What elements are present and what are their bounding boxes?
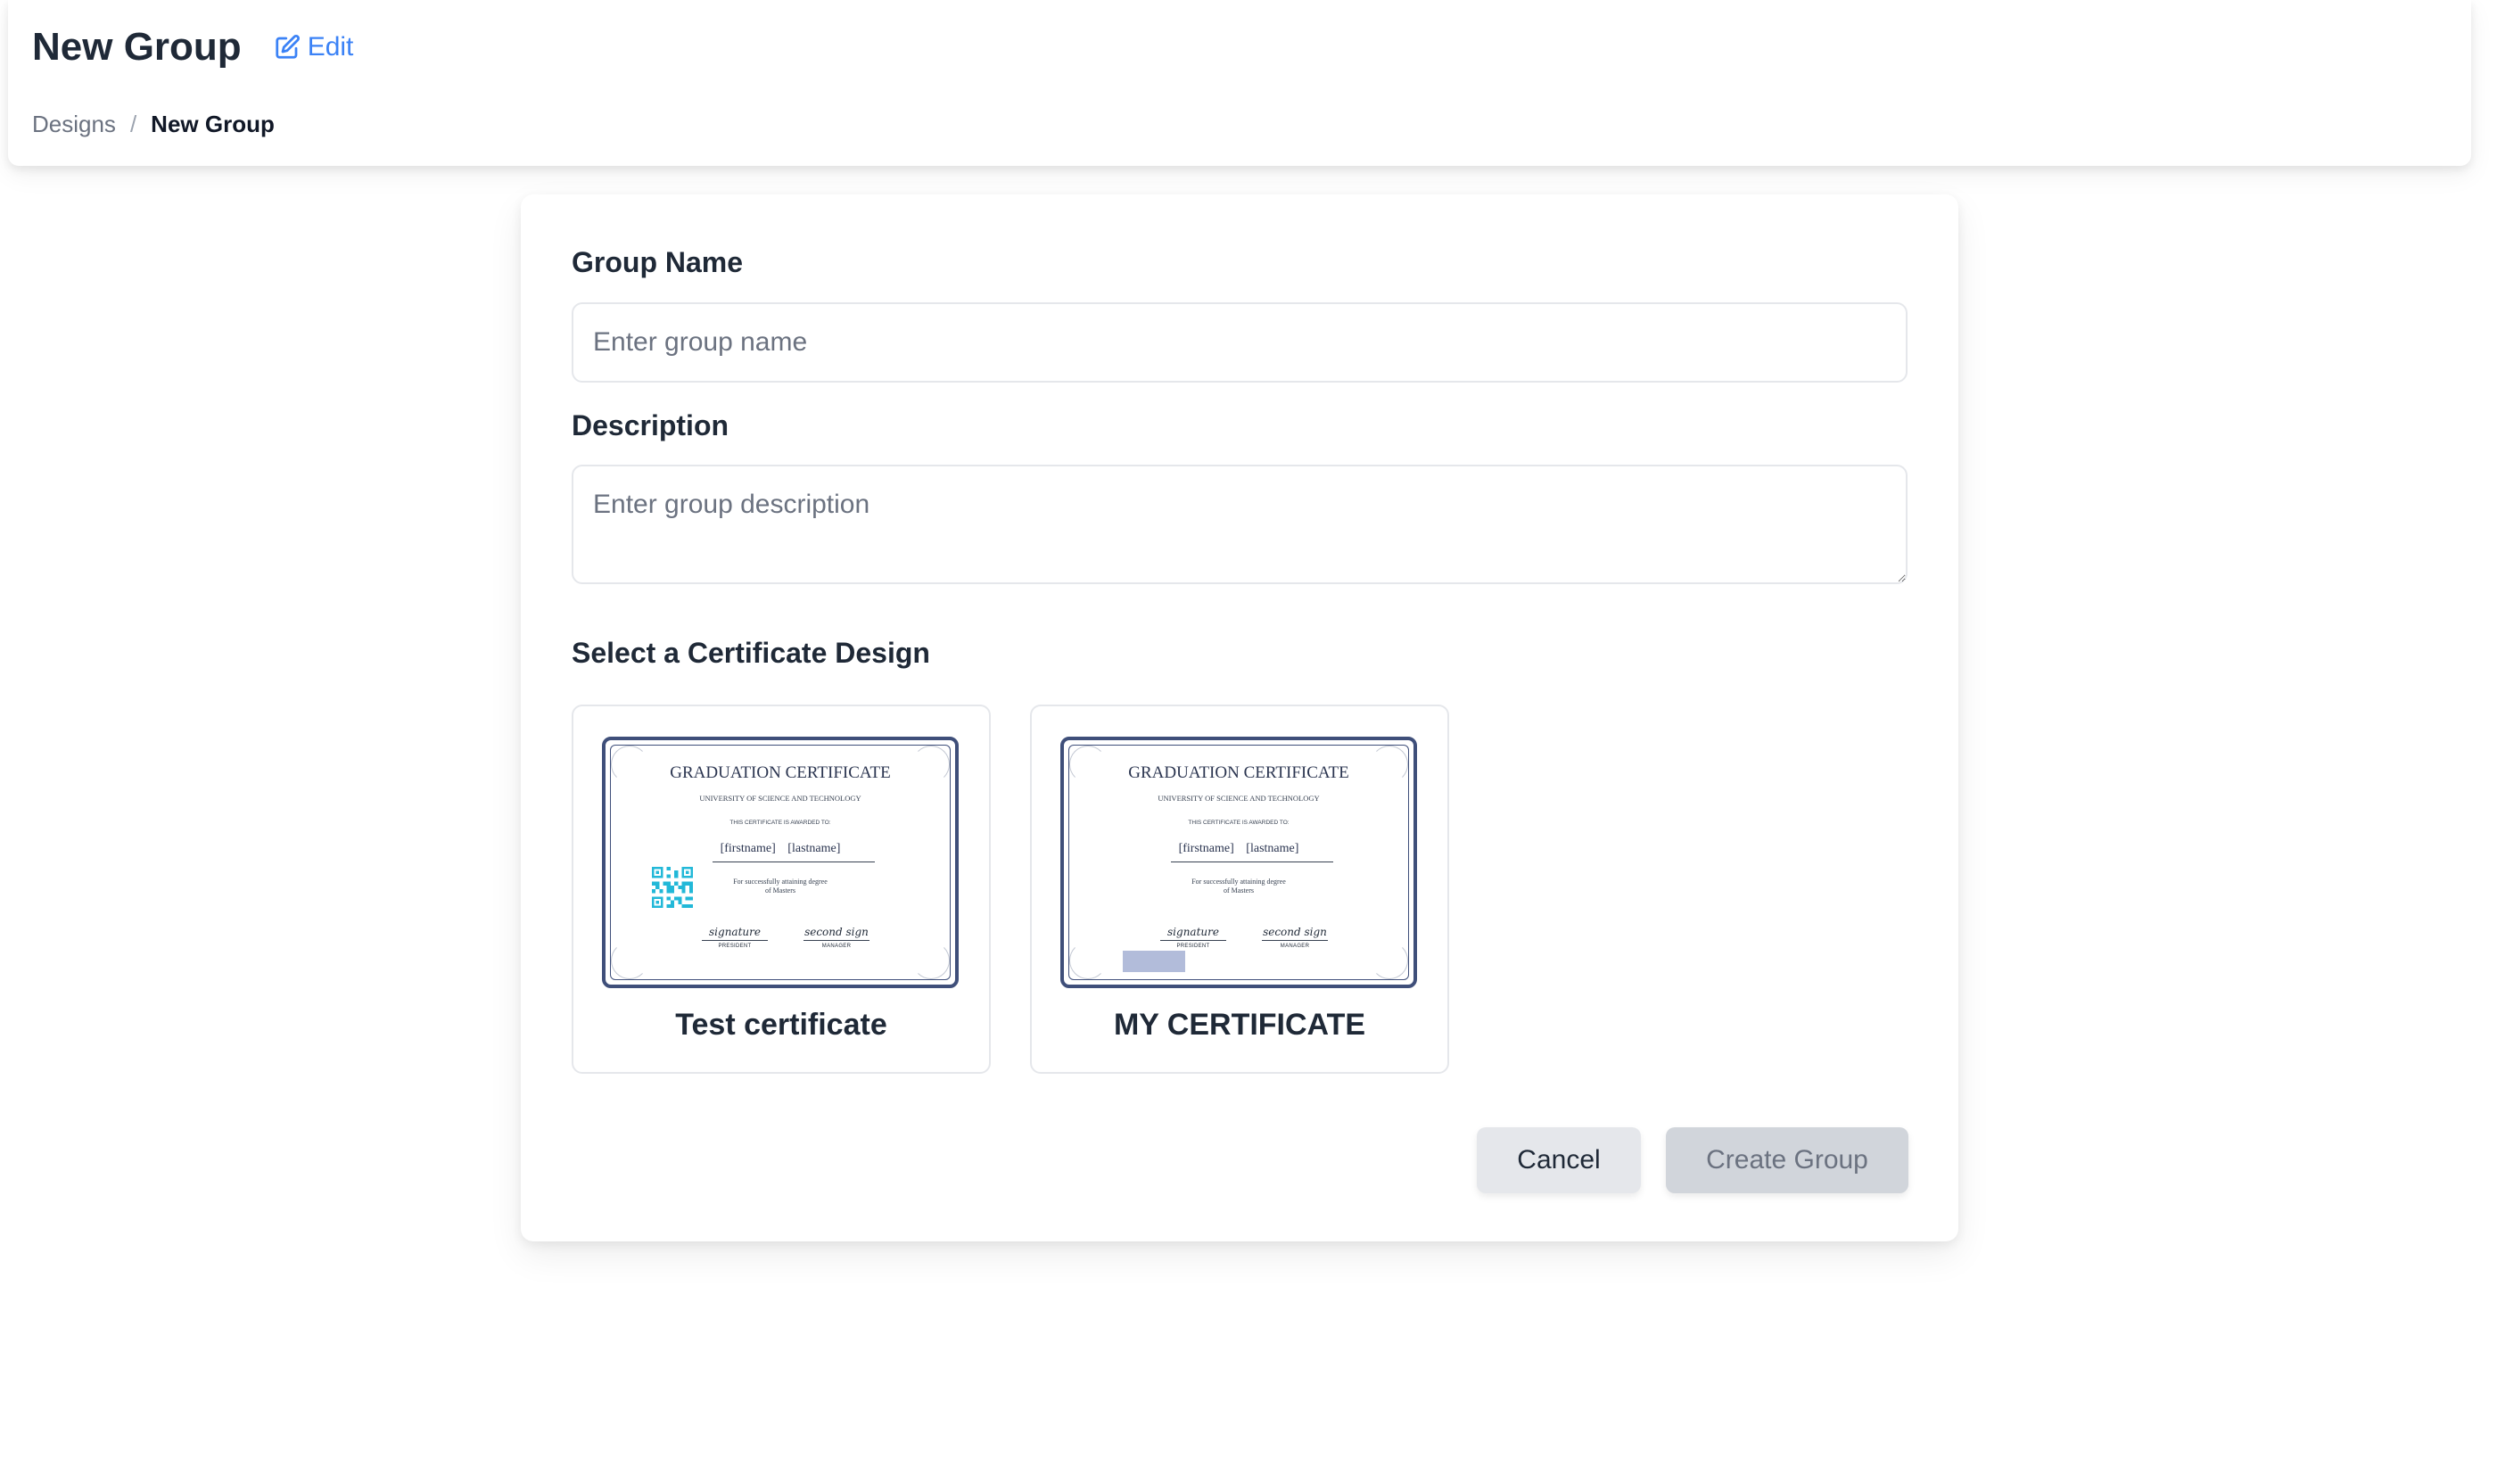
edit-icon (276, 34, 300, 59)
corner-ornament (611, 942, 648, 979)
design-card-my-certificate[interactable]: GRADUATION CERTIFICATE UNIVERSITY OF SCI… (1030, 705, 1449, 1074)
design-card-test-certificate[interactable]: GRADUATION CERTIFICATE UNIVERSITY OF SCI… (572, 705, 991, 1074)
description-input[interactable] (572, 465, 1908, 584)
stamp-image (1123, 951, 1185, 972)
certificate-preview: GRADUATION CERTIFICATE UNIVERSITY OF SCI… (1060, 737, 1417, 988)
signature-role: MANAGER (821, 944, 852, 949)
preview-for-text: For successfully attaining degree of Mas… (1064, 878, 1413, 895)
preview-awarded: THIS CERTIFICATE IS AWARDED TO: (1188, 820, 1290, 826)
corner-ornament (1371, 942, 1408, 979)
cancel-button[interactable]: Cancel (1477, 1127, 1641, 1193)
preview-signature-president: signature PRESIDENT (1160, 926, 1226, 949)
create-group-button[interactable]: Create Group (1666, 1127, 1908, 1193)
edit-button[interactable]: Edit (274, 32, 354, 62)
group-name-label: Group Name (572, 246, 744, 278)
page-header: New Group Edit Designs / New Group (8, 0, 2471, 166)
signature-text: signature (1167, 926, 1219, 938)
corner-ornament (912, 942, 950, 979)
edit-label: Edit (307, 32, 354, 62)
new-group-form: Group Name Description Select a Certific… (521, 194, 1958, 1241)
title-row: New Group Edit (32, 25, 353, 70)
design-name: Test certificate (675, 1008, 887, 1042)
preview-title: GRADUATION CERTIFICATE (670, 763, 891, 782)
preview-signature-manager: second sign MANAGER (803, 926, 869, 949)
preview-lastname: [lastname] (787, 842, 841, 855)
breadcrumb-separator: / (129, 111, 137, 137)
breadcrumb: Designs / New Group (32, 111, 275, 138)
signature-line (702, 940, 768, 941)
preview-firstname: [firstname] (720, 842, 776, 855)
signature-role: MANAGER (1280, 944, 1310, 949)
breadcrumb-current: New Group (151, 111, 275, 137)
group-name-input[interactable] (572, 302, 1908, 383)
signature-text: signature (709, 926, 761, 938)
preview-title: GRADUATION CERTIFICATE (1128, 763, 1349, 782)
signature-text: second sign (1263, 926, 1327, 938)
preview-for-line2: of Masters (1224, 886, 1254, 895)
design-section-label: Select a Certificate Design (572, 637, 930, 669)
signature-text: second sign (804, 926, 869, 938)
signature-line (1160, 940, 1226, 941)
preview-for-line1: For successfully attaining degree (1191, 878, 1286, 886)
page-title: New Group (32, 25, 242, 69)
signature-line (1262, 940, 1328, 941)
breadcrumb-designs[interactable]: Designs (32, 111, 116, 138)
qr-code-icon (652, 867, 693, 908)
signature-role: PRESIDENT (1176, 944, 1210, 949)
preview-signature-president: signature PRESIDENT (702, 926, 768, 949)
signature-role: PRESIDENT (718, 944, 752, 949)
preview-names: [firstname] [lastname] (606, 842, 955, 856)
certificate-preview: GRADUATION CERTIFICATE UNIVERSITY OF SCI… (602, 737, 959, 988)
preview-lastname: [lastname] (1246, 842, 1299, 855)
preview-firstname: [firstname] (1178, 842, 1234, 855)
preview-university: UNIVERSITY OF SCIENCE AND TECHNOLOGY (699, 794, 861, 803)
preview-names: [firstname] [lastname] (1064, 842, 1413, 856)
preview-university: UNIVERSITY OF SCIENCE AND TECHNOLOGY (1158, 794, 1320, 803)
corner-ornament (1069, 942, 1107, 979)
preview-signature-manager: second sign MANAGER (1262, 926, 1328, 949)
signature-line (803, 940, 869, 941)
design-name: MY CERTIFICATE (1113, 1008, 1366, 1042)
preview-awarded: THIS CERTIFICATE IS AWARDED TO: (729, 820, 831, 826)
description-label: Description (572, 409, 729, 441)
